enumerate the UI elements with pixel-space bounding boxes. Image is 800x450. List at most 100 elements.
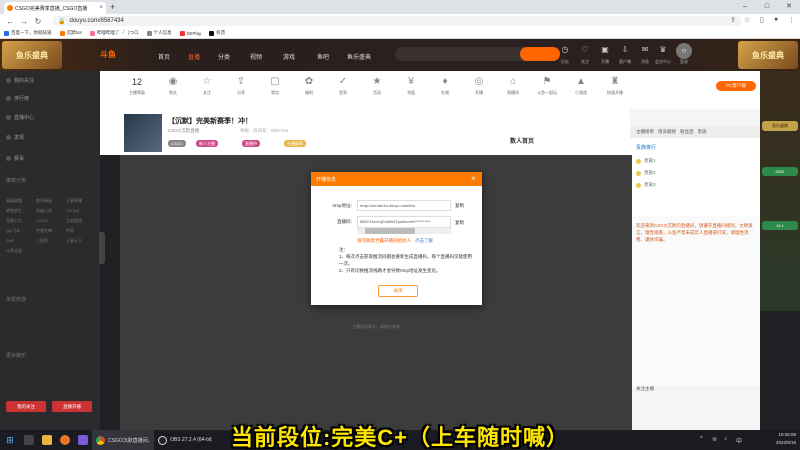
category-link[interactable]: 王者荣耀	[66, 198, 96, 204]
minimize-icon[interactable]: –	[734, 0, 756, 14]
bookmark-item[interactable]: 哔哩哔哩 (゜-゜)つロ	[89, 30, 139, 36]
toolbar-item[interactable]: ★ 活动	[360, 76, 394, 96]
toolbar-item[interactable]: ⇪ 分享	[224, 76, 258, 96]
category-pill[interactable]: CSGO	[168, 140, 186, 147]
category-link[interactable]: DOTA2	[66, 208, 96, 214]
nav-category[interactable]: 分类	[218, 52, 230, 61]
bookmark-item[interactable]: 百度一下，你就知道	[4, 30, 52, 36]
toolbar-item[interactable]: ⚑ 斗鱼一起玩	[530, 76, 564, 96]
category-link[interactable]: 传奇	[66, 228, 96, 234]
rtmp-field[interactable]: rtmp://sendtc3a.douyu.com/live	[357, 200, 451, 211]
search-input[interactable]	[395, 47, 535, 61]
banner-left[interactable]: 鱼乐盛典	[2, 41, 62, 69]
bookmark-item[interactable]: 个人信息	[146, 30, 172, 36]
dialog-header: 开播信息 ×	[311, 172, 482, 186]
nav-game[interactable]: 游戏	[283, 52, 295, 61]
nav-home[interactable]: 首页	[158, 52, 170, 61]
nav-video[interactable]: 视频	[250, 52, 262, 61]
browser-tab[interactable]: CSGO完美赛季直播_CSGO直播 ×	[4, 2, 106, 14]
close-window-icon[interactable]: ✕	[778, 0, 800, 14]
dialog-close-icon[interactable]: ×	[471, 174, 476, 183]
sidebar-item-center[interactable]: 直播中心	[6, 114, 34, 121]
rank-row[interactable]: 贵族1	[636, 158, 656, 164]
tab-close-icon[interactable]: ×	[99, 5, 103, 11]
tab-anchor-rank[interactable]: 主播榜单	[636, 129, 654, 135]
sidebar-item-discover[interactable]: 发现	[6, 134, 24, 141]
client-icon[interactable]: ⇩	[618, 45, 632, 54]
copy-code-button[interactable]: 复制	[455, 220, 464, 226]
sidebar-live-button[interactable]: 直播开播	[52, 401, 92, 412]
follow-anchor-text[interactable]: 关注主播	[636, 386, 654, 392]
code-field[interactable]: 8567434rVqD4dMi47ps9ecretv**********	[357, 216, 451, 228]
tab-fans[interactable]: 粉丝团	[680, 129, 694, 135]
message-icon[interactable]: ✉	[638, 45, 652, 54]
rank-row[interactable]: 贵族3	[636, 182, 656, 188]
learn-more-link[interactable]: 点击了解	[415, 238, 433, 244]
toolbar-item[interactable]: ✿ 福利	[292, 76, 326, 96]
code-scrollbar[interactable]	[357, 228, 451, 234]
bookmark-star-icon[interactable]: ☆	[744, 16, 750, 24]
follow-icon[interactable]: ♡	[578, 45, 592, 54]
sidebar-collapse-handle[interactable]	[99, 232, 105, 264]
history-icon[interactable]: ◷	[558, 45, 572, 54]
category-link[interactable]: 主机游戏	[66, 218, 96, 224]
nav-music[interactable]: 鱼乐盛典	[347, 52, 371, 61]
toolbar-item[interactable]: ¥ 充值	[394, 76, 428, 96]
sidebar-item-follow[interactable]: 我的关注	[6, 77, 34, 84]
category-link[interactable]: 绝地求生	[6, 208, 36, 214]
url-field[interactable]: 🔒 douyu.com/8567434	[52, 16, 742, 26]
toolbar-item[interactable]: ▢ 背包	[258, 76, 292, 96]
room-thumbnail[interactable]	[124, 114, 162, 152]
profile-icon[interactable]: ●	[774, 16, 778, 23]
tab-week-rank[interactable]: 周贡献榜	[658, 129, 676, 135]
share-icon[interactable]: ⇪	[730, 16, 736, 24]
category-link[interactable]: 守望先锋	[36, 228, 66, 234]
rank-row[interactable]: 贵族2	[636, 170, 656, 176]
sidebar-follow-button[interactable]: 我的关注	[6, 401, 46, 412]
bookmark-item[interactable]: SEPlay	[179, 30, 201, 36]
member-icon[interactable]: ♛	[656, 45, 670, 54]
toolbar-item[interactable]: ▲ 小游戏	[564, 76, 598, 96]
nav-live[interactable]: 直播	[188, 52, 200, 61]
right-ad-banner[interactable]: 鱼乐盛典 5254 14.1	[760, 71, 800, 311]
reload-icon[interactable]: ↻	[34, 17, 42, 26]
sidebar-item-rank[interactable]: 排行榜	[6, 95, 29, 102]
toolbar-item[interactable]: ◉ 鱼丸	[156, 76, 190, 96]
toolbar-item[interactable]: ♦ 礼物	[428, 76, 462, 96]
pc-client-button[interactable]: PC客户端	[716, 81, 756, 91]
category-link[interactable]: 和平精英	[36, 198, 66, 204]
toolbar-item[interactable]: ◎ 开播	[462, 76, 496, 96]
toolbar-item[interactable]: ⌂ 直播间	[496, 76, 530, 96]
copy-rtmp-button[interactable]: 复制	[455, 203, 464, 209]
maximize-icon[interactable]: □	[756, 0, 778, 14]
broadcast-icon[interactable]: ▣	[598, 45, 612, 54]
scrollbar-thumb[interactable]	[365, 228, 415, 234]
avatar[interactable]: ○	[676, 43, 692, 59]
toolbar-item[interactable]: ✓ 签到	[326, 76, 360, 96]
toolbar-item[interactable]: ☆ 关注	[190, 76, 224, 96]
category-link[interactable]: 三国杀	[36, 238, 66, 244]
sidepanel-icon[interactable]: ▯	[760, 16, 764, 24]
nav-fishbar[interactable]: 鱼吧	[317, 52, 329, 61]
category-link[interactable]: QQ飞车	[6, 228, 36, 234]
category-link[interactable]: 英雄联盟	[6, 198, 36, 204]
forward-icon[interactable]: →	[20, 17, 28, 26]
back-icon[interactable]: ←	[6, 17, 14, 26]
menu-icon[interactable]: ⋮	[788, 16, 795, 24]
site-logo[interactable]: 斗鱼	[100, 49, 116, 60]
category-link[interactable]: DNF	[6, 238, 36, 244]
dialog-close-button[interactable]: 关闭	[378, 285, 418, 297]
room-owner[interactable]: CSGO沉默直播	[168, 128, 199, 134]
sidebar-item-esports[interactable]: 赛事	[6, 155, 24, 162]
bookmark-item[interactable]: 沉默bot	[59, 30, 82, 36]
category-link[interactable]: 王者天下	[66, 238, 96, 244]
category-link[interactable]: 穿越火线	[36, 208, 66, 214]
new-tab-icon[interactable]: +	[110, 2, 115, 12]
toolbar-item[interactable]: ♜ 快速开播	[598, 76, 632, 96]
tab-noble[interactable]: 贵族	[698, 129, 707, 135]
banner-right[interactable]: 鱼乐盛典	[738, 41, 798, 69]
category-link[interactable]: 斗鱼全部	[6, 248, 36, 254]
category-link[interactable]: CSGO	[36, 218, 66, 224]
category-link[interactable]: 无限火力	[6, 218, 36, 224]
bookmark-item[interactable]: 抖音	[209, 30, 225, 36]
